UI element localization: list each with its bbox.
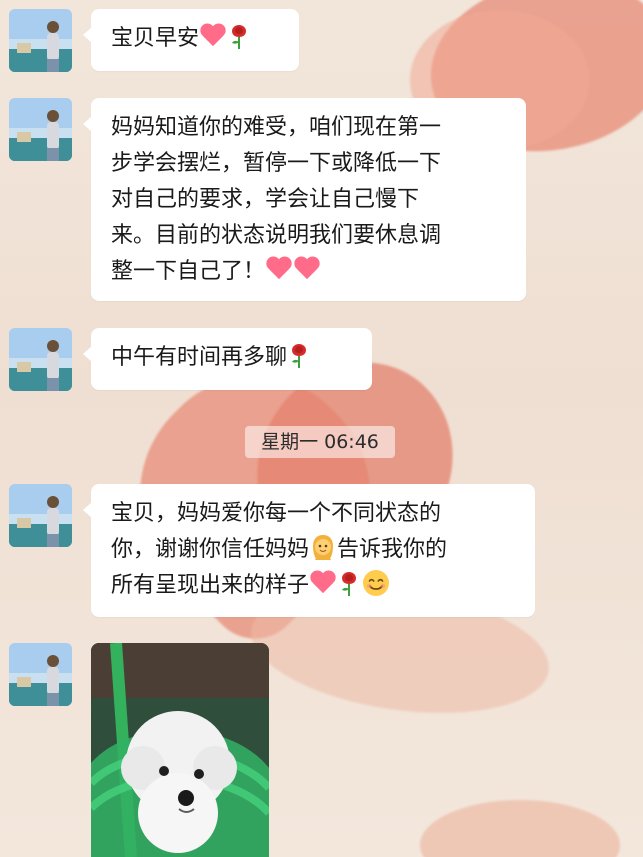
message-bubble[interactable]: 中午有时间再多聊 [83,328,372,390]
message-text-line: 整一下自己了！ [111,254,506,290]
message-bubble[interactable]: 宝贝，妈妈爱你每一个不同状态的 你，谢谢你信任妈妈 告诉我你的 所有呈现出来的样子 [83,484,535,617]
avatar[interactable] [9,328,72,391]
avatar[interactable] [9,484,72,547]
message-bubble[interactable]: 宝贝早安 [83,9,299,71]
message-text-line: 来。目前的状态说明我们要休息调 [111,223,442,248]
smiling-face-icon [361,568,391,598]
message-text: 告诉我你的 [337,537,448,562]
message-text: 你，谢谢你信任妈妈 [111,537,310,562]
message-text-line: 你，谢谢你信任妈妈 告诉我你的 [111,532,515,568]
rose-icon [287,341,311,369]
dog-photo [91,643,269,857]
message-text-line: 妈妈知道你的难受，咱们现在第一 [111,115,442,140]
message-text: 整一下自己了！ [111,259,266,284]
photo-message[interactable] [91,643,269,857]
message-text-line: 所有呈现出来的样子 [111,568,515,604]
avatar[interactable] [9,643,72,706]
rose-icon [227,22,251,50]
message-text: 中午有时间再多聊 [111,345,288,370]
message-bubble[interactable]: 妈妈知道你的难受，咱们现在第一 步学会摆烂，暂停一下或降低一下 对自己的要求，学… [83,98,526,301]
message-text-line: 对自己的要求，学会让自己慢下 [111,187,420,212]
timestamp: 星期一 06:46 [245,426,395,458]
avatar-image [9,484,72,547]
heart-icon [293,254,321,282]
heart-icon [199,21,227,49]
message-text-line: 宝贝，妈妈爱你每一个不同状态的 [111,501,442,526]
avatar-image [9,643,72,706]
avatar-image [9,98,72,161]
message-text: 所有呈现出来的样子 [111,573,310,598]
message-text-line: 步学会摆烂，暂停一下或降低一下 [111,151,442,176]
avatar[interactable] [9,9,72,72]
heart-icon [265,254,293,282]
background-heart-shape [420,800,620,857]
avatar-image [9,328,72,391]
rose-icon [337,569,361,597]
heart-icon [309,568,337,596]
message-text: 宝贝早安 [111,26,200,51]
avatar[interactable] [9,98,72,161]
woman-icon [309,532,337,562]
avatar-image [9,9,72,72]
